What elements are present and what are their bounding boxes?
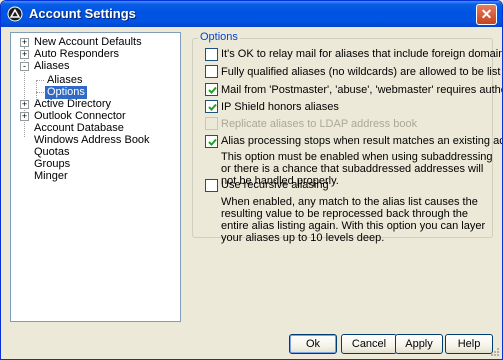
postmaster-auth-checkbox[interactable]: [205, 83, 218, 96]
account-settings-window: Account Settings ✕ + New Account Default…: [0, 0, 503, 360]
relay-foreign-domains-checkbox[interactable]: [205, 48, 218, 61]
recursive-aliasing-note: When enabled, any match to the alias lis…: [221, 196, 486, 244]
recursive-aliasing-label[interactable]: Use recursive aliasing: [221, 179, 329, 191]
tree-item-minger[interactable]: Minger: [11, 170, 180, 183]
title-bar[interactable]: Account Settings ✕: [1, 1, 502, 27]
settings-tree[interactable]: + New Account Defaults + Auto Responders…: [10, 32, 181, 322]
resize-grip-icon[interactable]: [490, 347, 500, 357]
collapse-icon[interactable]: -: [20, 62, 29, 71]
expand-icon[interactable]: +: [20, 38, 29, 47]
stop-on-match-label[interactable]: Alias processing stops when result match…: [221, 135, 502, 147]
close-icon: ✕: [480, 6, 493, 22]
app-icon: [7, 6, 23, 22]
replicate-ldap-label: Replicate aliases to LDAP address book: [221, 118, 418, 130]
help-button[interactable]: Help: [445, 334, 493, 354]
stop-on-match-checkbox[interactable]: [205, 135, 218, 148]
options-group-title: Options: [198, 31, 240, 43]
expand-icon[interactable]: +: [20, 112, 29, 121]
window-title: Account Settings: [29, 6, 136, 21]
close-button[interactable]: ✕: [476, 4, 497, 25]
tree-item-label: Minger: [34, 170, 68, 182]
ip-shield-label[interactable]: IP Shield honors aliases: [221, 101, 339, 113]
check-icon: [208, 138, 217, 146]
apply-button[interactable]: Apply: [395, 334, 443, 354]
relay-foreign-domains-label[interactable]: It's OK to relay mail for aliases that i…: [221, 48, 502, 60]
check-icon: [208, 103, 217, 111]
check-icon: [208, 86, 217, 94]
expand-icon[interactable]: +: [20, 50, 29, 59]
tree-item-label: Aliases: [34, 60, 70, 72]
cancel-button[interactable]: Cancel: [341, 334, 397, 354]
ip-shield-checkbox[interactable]: [205, 100, 218, 113]
recursive-aliasing-checkbox[interactable]: [205, 179, 218, 192]
expand-icon[interactable]: +: [20, 100, 29, 109]
fq-aliases-list-members-label[interactable]: Fully qualified aliases (no wildcards) a…: [221, 66, 502, 78]
tree-item-aliases[interactable]: - Aliases: [11, 60, 180, 73]
fq-aliases-list-members-checkbox[interactable]: [205, 65, 218, 78]
postmaster-auth-label[interactable]: Mail from 'Postmaster', 'abuse', 'webmas…: [221, 84, 502, 96]
replicate-ldap-checkbox: [205, 117, 218, 130]
ok-button[interactable]: Ok: [289, 334, 337, 354]
